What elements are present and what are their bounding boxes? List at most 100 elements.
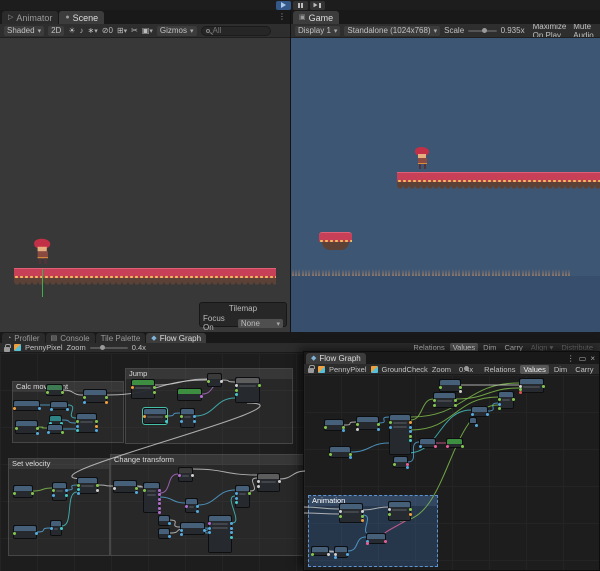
- flow-graph-node[interactable]: [77, 477, 98, 494]
- flow-graph-node[interactable]: [52, 482, 67, 501]
- node-port[interactable]: [131, 386, 134, 389]
- node-port[interactable]: [409, 435, 412, 438]
- node-port[interactable]: [384, 540, 387, 543]
- node-port[interactable]: [203, 529, 206, 532]
- node-port[interactable]: [52, 489, 55, 492]
- grid-settings-icon[interactable]: ⊞: [117, 27, 127, 35]
- node-port[interactable]: [409, 421, 412, 424]
- node-port[interactable]: [393, 463, 396, 466]
- node-port[interactable]: [165, 415, 168, 418]
- node-port[interactable]: [366, 542, 369, 545]
- flow-graph-node[interactable]: [207, 373, 222, 387]
- node-port[interactable]: [361, 519, 364, 522]
- node-port[interactable]: [185, 505, 188, 508]
- node-port[interactable]: [498, 398, 501, 401]
- flow-graph-node[interactable]: [389, 414, 411, 455]
- flow-graph-node[interactable]: [311, 546, 329, 556]
- node-port[interactable]: [342, 429, 345, 432]
- node-port[interactable]: [168, 535, 171, 538]
- node-port[interactable]: [230, 522, 233, 525]
- node-port[interactable]: [196, 510, 199, 513]
- node-port[interactable]: [158, 502, 161, 505]
- node-port[interactable]: [512, 398, 515, 401]
- flow-graph-node[interactable]: [83, 389, 107, 403]
- node-port[interactable]: [409, 513, 412, 516]
- flow-graph-node[interactable]: [158, 528, 170, 539]
- node-port[interactable]: [180, 415, 183, 418]
- node-port[interactable]: [65, 494, 68, 497]
- flow-graph-node[interactable]: [324, 419, 344, 431]
- scale-slider[interactable]: [468, 30, 496, 32]
- node-port[interactable]: [66, 408, 69, 411]
- node-port[interactable]: [257, 480, 260, 483]
- node-port[interactable]: [248, 492, 251, 495]
- pause-button[interactable]: [293, 1, 308, 10]
- node-port[interactable]: [542, 385, 545, 388]
- node-port[interactable]: [207, 380, 210, 383]
- flow-graph-node[interactable]: [13, 485, 33, 498]
- node-port[interactable]: [235, 497, 238, 500]
- tab-tile-palette[interactable]: Tile Palette: [96, 333, 146, 343]
- play-button[interactable]: [276, 1, 291, 10]
- tab-profiler[interactable]: ◔Profiler: [2, 333, 45, 343]
- node-port[interactable]: [471, 413, 474, 416]
- lock-icon[interactable]: [4, 347, 10, 352]
- flow-graph-node[interactable]: [235, 485, 250, 508]
- flow-graph-node[interactable]: [393, 456, 408, 468]
- 2d-toggle[interactable]: 2D: [48, 26, 64, 36]
- flow-graph-node[interactable]: [13, 400, 40, 411]
- node-port[interactable]: [361, 510, 364, 513]
- flow-graph-node[interactable]: [47, 424, 63, 434]
- node-port[interactable]: [208, 527, 211, 530]
- flow-graph-node[interactable]: [178, 467, 193, 482]
- resolution-dropdown[interactable]: Standalone (1024x768): [344, 26, 440, 36]
- node-port[interactable]: [77, 484, 80, 487]
- node-port[interactable]: [83, 396, 86, 399]
- flow-graph-node[interactable]: [471, 406, 488, 417]
- node-port[interactable]: [83, 401, 86, 404]
- flow-graph-node[interactable]: [388, 501, 411, 521]
- node-port[interactable]: [95, 420, 98, 423]
- node-port[interactable]: [377, 423, 380, 426]
- tab-game[interactable]: ▣ Game: [293, 11, 339, 24]
- node-port[interactable]: [105, 401, 108, 404]
- node-port[interactable]: [158, 489, 161, 492]
- node-port[interactable]: [356, 423, 359, 426]
- node-port[interactable]: [76, 429, 79, 432]
- node-port[interactable]: [47, 431, 50, 434]
- node-port[interactable]: [346, 553, 349, 556]
- node-port[interactable]: [105, 396, 108, 399]
- node-port[interactable]: [200, 395, 203, 398]
- scene-audio-icon[interactable]: ♪: [80, 27, 84, 35]
- node-port[interactable]: [60, 527, 63, 530]
- node-port[interactable]: [46, 391, 49, 394]
- node-port[interactable]: [95, 425, 98, 428]
- flow-graph-node[interactable]: [50, 401, 68, 410]
- node-port[interactable]: [61, 431, 64, 434]
- node-port[interactable]: [178, 474, 181, 477]
- node-port[interactable]: [113, 487, 116, 490]
- node-port[interactable]: [230, 536, 233, 539]
- node-port[interactable]: [61, 391, 64, 394]
- flow-graph-node[interactable]: [519, 378, 544, 393]
- tab-flow-graph[interactable]: ◆Flow Graph: [146, 333, 206, 343]
- node-port[interactable]: [454, 399, 457, 402]
- node-port[interactable]: [257, 485, 260, 488]
- node-port[interactable]: [196, 505, 199, 508]
- node-port[interactable]: [389, 421, 392, 424]
- shading-mode-dropdown[interactable]: Shaded: [4, 26, 44, 36]
- node-port[interactable]: [65, 489, 68, 492]
- node-port[interactable]: [329, 453, 332, 456]
- node-port[interactable]: [356, 428, 359, 431]
- node-port[interactable]: [180, 533, 183, 536]
- node-port[interactable]: [38, 407, 41, 410]
- flow-graph-node[interactable]: [177, 388, 202, 401]
- node-port[interactable]: [76, 425, 79, 428]
- flow-graph-node[interactable]: [46, 384, 63, 396]
- node-port[interactable]: [36, 427, 39, 430]
- node-port[interactable]: [153, 386, 156, 389]
- node-port[interactable]: [235, 492, 238, 495]
- node-port[interactable]: [35, 532, 38, 535]
- scene-fx-icon[interactable]: ∗: [88, 27, 98, 35]
- flow-graph-node[interactable]: [50, 520, 62, 536]
